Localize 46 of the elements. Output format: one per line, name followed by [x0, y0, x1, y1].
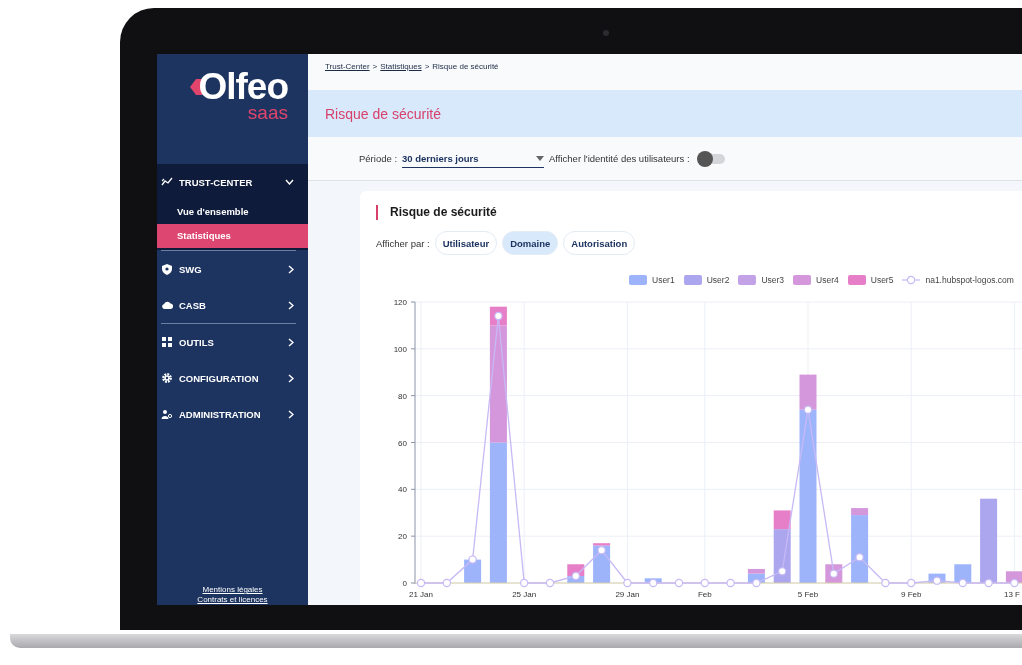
- sidebar-item[interactable]: ADMINISTRATION: [157, 396, 308, 432]
- legend-label: na1.hubspot-logos.com: [925, 275, 1014, 285]
- logo-text: Olfeo: [198, 68, 288, 106]
- period-select[interactable]: 30 derniers jours: [402, 149, 545, 168]
- x-tick-label: 29 Jan: [615, 590, 640, 599]
- sidebar-subitem[interactable]: Vue d'ensemble: [157, 200, 308, 224]
- sidebar-item[interactable]: CASB: [157, 287, 308, 323]
- sidebar-item[interactable]: TRUST-CENTER: [157, 164, 308, 200]
- x-tick-label: 5 Feb: [797, 590, 819, 599]
- y-tick-label: 0: [402, 579, 407, 588]
- sidebar-item[interactable]: SWG: [157, 251, 308, 287]
- view-tab[interactable]: Utilisateur: [434, 231, 498, 255]
- y-tick-label: 20: [398, 532, 407, 542]
- sidebar-item[interactable]: CONFIGURATION: [157, 360, 308, 396]
- logo-subtext: saas: [247, 104, 288, 122]
- x-tick-label: 25 Jan: [512, 590, 537, 599]
- breadcrumb-link[interactable]: Statistiques: [380, 62, 422, 90]
- x-tick-label: 21 Jan: [409, 590, 433, 599]
- x-tick-label: Feb: [697, 590, 712, 599]
- y-tick-label: 120: [393, 298, 407, 307]
- y-tick-label: 80: [398, 391, 407, 401]
- view-tab[interactable]: Domaine: [502, 231, 559, 255]
- x-tick-label: 13 F: [1004, 590, 1020, 599]
- legend-label: User3: [761, 275, 785, 285]
- legend-label: User2: [706, 275, 730, 285]
- sidebar-item[interactable]: OUTILS: [157, 324, 308, 360]
- x-tick-label: 9 Feb: [900, 590, 922, 599]
- view-label: Afficher par :: [376, 237, 430, 249]
- card-title: Risque de sécurité: [390, 205, 497, 219]
- footer-link[interactable]: Mentions légales: [202, 585, 263, 595]
- y-tick-label: 100: [393, 344, 407, 354]
- breadcrumb-text: >: [424, 62, 430, 73]
- breadcrumb-text: >: [372, 62, 378, 73]
- view-tab[interactable]: Autorisation: [563, 231, 636, 255]
- sidebar-subitem[interactable]: Statistiques: [157, 224, 308, 248]
- page-title: Risque de sécurité: [325, 105, 441, 122]
- identity-label: Afficher l'identité des utilisateurs :: [549, 153, 690, 164]
- breadcrumb-link[interactable]: Trust-Center: [325, 62, 370, 90]
- legend-label: User5: [870, 275, 894, 285]
- legend-label: User4: [816, 275, 839, 285]
- legend-label: User1: [652, 275, 675, 285]
- y-tick-label: 60: [398, 438, 407, 448]
- period-label: Période :: [359, 153, 398, 164]
- y-tick-label: 40: [398, 485, 407, 495]
- breadcrumb-text: Risque de sécurité: [432, 62, 499, 73]
- footer-link[interactable]: Contrats et licences: [197, 595, 268, 605]
